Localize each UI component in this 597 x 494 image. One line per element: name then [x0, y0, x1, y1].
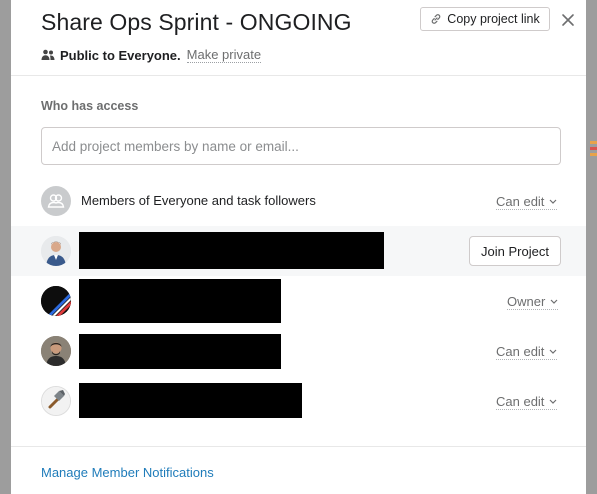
- team-icon: [47, 194, 65, 208]
- close-icon[interactable]: [560, 12, 576, 28]
- redacted-member-name: [79, 383, 302, 418]
- member-permission-dropdown[interactable]: Owner: [507, 294, 559, 310]
- permission-label: Can edit: [496, 194, 545, 209]
- group-avatar: [41, 186, 71, 216]
- access-group-row: Members of Everyone and task followers C…: [11, 176, 586, 226]
- permission-label: Owner: [507, 294, 546, 309]
- member-row: Can edit: [11, 326, 586, 376]
- chevron-down-icon: [549, 399, 557, 404]
- share-project-dialog: Share Ops Sprint - ONGOING Copy project …: [11, 0, 586, 494]
- member-row: Join Project: [11, 226, 586, 276]
- redacted-member-name: [79, 334, 281, 369]
- member-permission-dropdown[interactable]: Can edit: [496, 344, 558, 360]
- background-app-right: [586, 0, 597, 494]
- chevron-down-icon: [549, 349, 557, 354]
- who-has-access-heading: Who has access: [41, 99, 139, 113]
- user-photo-avatar: [41, 236, 71, 266]
- member-row: Can edit: [11, 376, 586, 426]
- chevron-down-icon: [550, 299, 558, 304]
- add-members-input[interactable]: [41, 127, 561, 165]
- redacted-member-name: [79, 232, 384, 269]
- footer-divider: [11, 446, 586, 447]
- group-members-label: Members of Everyone and task followers: [81, 193, 316, 208]
- stripes-avatar: [41, 286, 71, 316]
- permission-label: Can edit: [496, 344, 545, 359]
- copy-project-link-label: Copy project link: [447, 12, 540, 26]
- redacted-member-name: [79, 279, 281, 323]
- people-icon: [41, 49, 55, 60]
- chevron-down-icon: [549, 199, 557, 204]
- dialog-title: Share Ops Sprint - ONGOING: [41, 9, 352, 35]
- hammer-avatar: [41, 386, 71, 416]
- background-color-bar: [590, 147, 597, 150]
- member-permission-dropdown[interactable]: Can edit: [496, 394, 558, 410]
- visibility-label: Public to Everyone.: [60, 47, 181, 63]
- link-icon: [432, 14, 441, 24]
- copy-project-link-button[interactable]: Copy project link: [420, 7, 550, 31]
- member-row: Owner: [11, 276, 586, 326]
- permission-label: Can edit: [496, 394, 545, 409]
- user-photo-avatar: [41, 336, 71, 366]
- background-color-bar: [590, 141, 597, 144]
- background-color-bar: [590, 153, 597, 156]
- make-private-link[interactable]: Make private: [186, 47, 262, 63]
- header-divider: [11, 75, 586, 76]
- join-project-button[interactable]: Join Project: [469, 236, 561, 266]
- manage-member-notifications-link[interactable]: Manage Member Notifications: [41, 465, 214, 480]
- group-permission-dropdown[interactable]: Can edit: [496, 194, 558, 210]
- visibility-status: Public to Everyone. Make private: [41, 46, 262, 64]
